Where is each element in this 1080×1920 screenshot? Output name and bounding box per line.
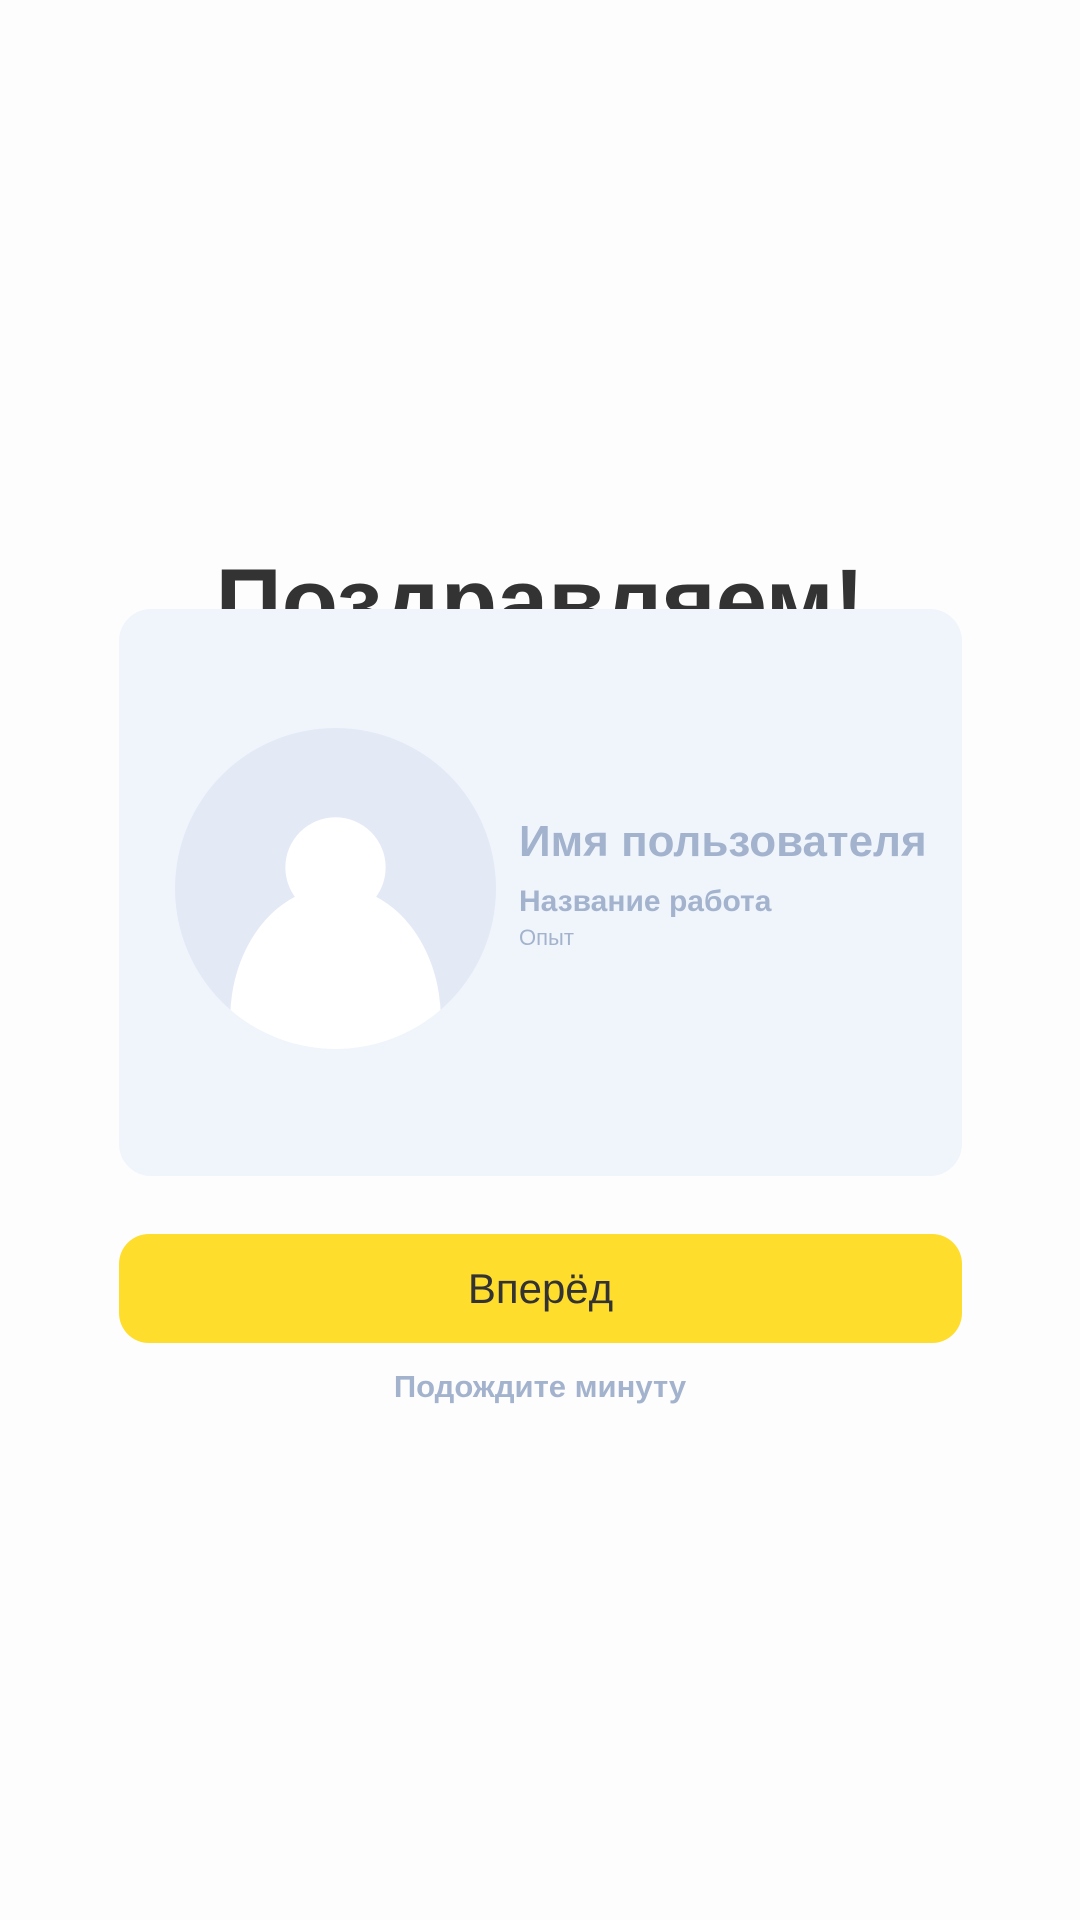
user-placeholder-icon bbox=[175, 728, 496, 1049]
job-title: Название работа bbox=[519, 885, 772, 918]
profile-details: Имя пользователя Название работа Опыт bbox=[519, 814, 939, 952]
experience-label: Опыт bbox=[519, 925, 574, 950]
forward-button[interactable]: Вперёд bbox=[119, 1234, 962, 1343]
profile-card: Имя пользователя Название работа Опыт bbox=[119, 609, 962, 1176]
user-name: Имя пользователя bbox=[519, 817, 927, 866]
congratulations-screen: Поздравляем! Имя пользователя Название р… bbox=[0, 0, 1080, 1920]
wait-a-minute-link[interactable]: Подождите минуту bbox=[0, 1367, 1080, 1407]
